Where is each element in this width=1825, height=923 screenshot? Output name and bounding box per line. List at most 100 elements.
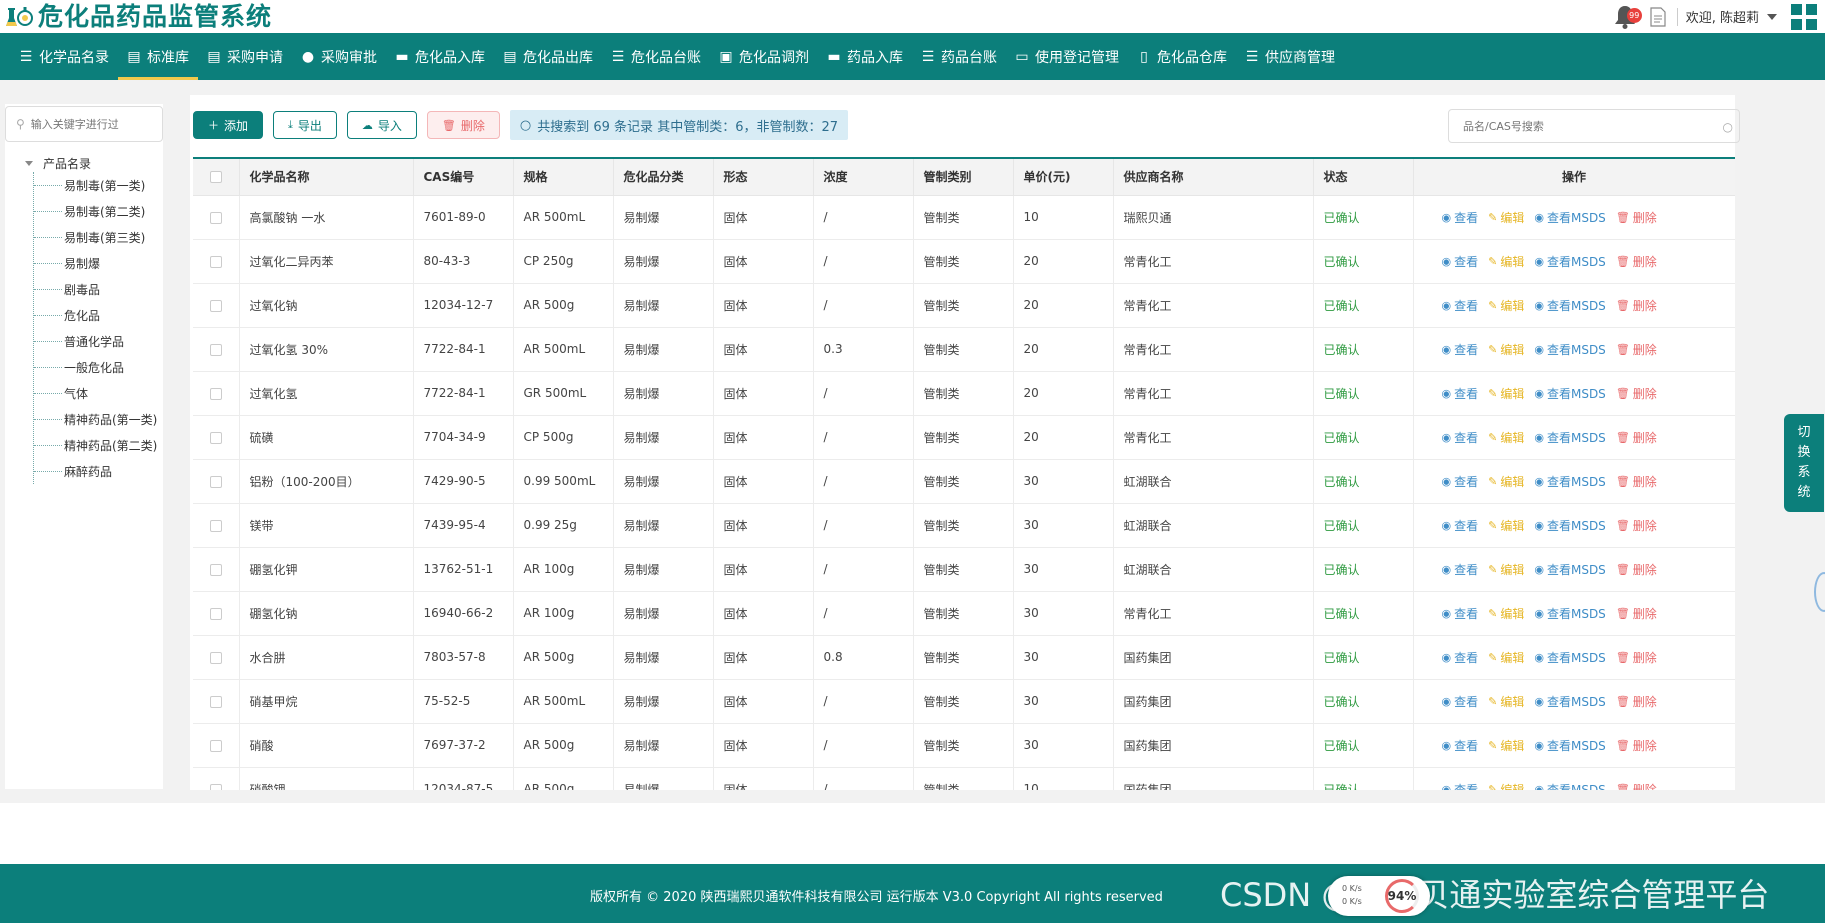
column-header[interactable]: 危化品分类 [613, 159, 714, 196]
edit-action[interactable]: ✎ 编辑 [1488, 649, 1524, 666]
row-checkbox[interactable] [209, 607, 222, 620]
delete-action[interactable]: 🗑 删除 [1616, 737, 1657, 754]
edit-action[interactable]: ✎ 编辑 [1488, 385, 1524, 402]
tree-item[interactable]: 易制毒(第二类) [34, 198, 157, 224]
view-action[interactable]: ◉ 查看 [1442, 473, 1479, 490]
delete-action[interactable]: 🗑 删除 [1616, 253, 1657, 270]
nav-item-4[interactable]: ▬ 危化品入库 [386, 33, 494, 80]
view-action[interactable]: ◉ 查看 [1442, 429, 1479, 446]
edit-action[interactable]: ✎ 编辑 [1488, 297, 1524, 314]
edit-action[interactable]: ✎ 编辑 [1488, 517, 1524, 534]
delete-action[interactable]: 🗑 删除 [1616, 473, 1657, 490]
tree-item[interactable]: 普通化学品 [34, 328, 157, 354]
row-checkbox[interactable] [209, 651, 222, 664]
view-action[interactable]: ◉ 查看 [1442, 517, 1479, 534]
delete-action[interactable]: 🗑 删除 [1616, 209, 1657, 226]
tree-item[interactable]: 麻醉药品 [34, 458, 157, 484]
column-header[interactable]: 操作 [1413, 159, 1735, 196]
tree-root[interactable]: 产品名录 [25, 154, 157, 172]
tree-item[interactable]: 精神药品(第一类) [34, 406, 157, 432]
nav-item-8[interactable]: ▬ 药品入库 [818, 33, 912, 80]
delete-action[interactable]: 🗑 删除 [1616, 605, 1657, 622]
delete-action[interactable]: 🗑 删除 [1616, 781, 1657, 791]
view-action[interactable]: ◉ 查看 [1442, 781, 1479, 791]
table-search[interactable]: ○ [1448, 109, 1740, 143]
import-button[interactable]: ☁ 导入 [346, 111, 417, 139]
column-header[interactable]: 化学品名称 [239, 159, 414, 196]
column-header[interactable]: CAS编号 [413, 159, 514, 196]
edit-action[interactable]: ✎ 编辑 [1488, 737, 1524, 754]
delete-action[interactable]: 🗑 删除 [1616, 297, 1657, 314]
add-button[interactable]: ＋添加 [193, 111, 264, 139]
row-checkbox[interactable] [209, 783, 222, 790]
msds-action[interactable]: ◉ 查看MSDS [1534, 605, 1605, 622]
edit-action[interactable]: ✎ 编辑 [1488, 781, 1524, 791]
expand-icon[interactable] [25, 160, 33, 166]
nav-item-3[interactable]: ● 采购审批 [292, 33, 386, 80]
view-action[interactable]: ◉ 查看 [1442, 209, 1479, 226]
row-checkbox[interactable] [209, 387, 222, 400]
column-header[interactable]: 单价(元) [1013, 159, 1114, 196]
select-all-checkbox[interactable] [209, 171, 222, 184]
row-checkbox[interactable] [209, 475, 222, 488]
tree-item[interactable]: 剧毒品 [34, 276, 157, 302]
sidebar-search-input[interactable] [30, 117, 151, 131]
msds-action[interactable]: ◉ 查看MSDS [1534, 341, 1605, 358]
msds-action[interactable]: ◉ 查看MSDS [1534, 297, 1605, 314]
tree-item[interactable]: 一般危化品 [34, 354, 157, 380]
msds-action[interactable]: ◉ 查看MSDS [1534, 517, 1605, 534]
msds-action[interactable]: ◉ 查看MSDS [1534, 561, 1605, 578]
msds-action[interactable]: ◉ 查看MSDS [1534, 385, 1605, 402]
row-checkbox[interactable] [209, 255, 222, 268]
view-action[interactable]: ◉ 查看 [1442, 737, 1479, 754]
msds-action[interactable]: ◉ 查看MSDS [1534, 429, 1605, 446]
column-header[interactable]: 规格 [513, 159, 614, 196]
delete-action[interactable]: 🗑 删除 [1616, 517, 1657, 534]
edit-action[interactable]: ✎ 编辑 [1488, 605, 1524, 622]
column-header[interactable]: 浓度 [813, 159, 914, 196]
nav-item-9[interactable]: ☰ 药品台账 [912, 33, 1006, 80]
tree-item[interactable]: 易制毒(第三类) [34, 224, 157, 250]
view-action[interactable]: ◉ 查看 [1442, 605, 1479, 622]
nav-item-2[interactable]: ▤ 采购申请 [198, 33, 292, 80]
edit-action[interactable]: ✎ 编辑 [1488, 473, 1524, 490]
user-welcome[interactable]: 欢迎, 陈超莉 [1686, 7, 1759, 26]
nav-item-10[interactable]: ▭ 使用登记管理 [1006, 33, 1128, 80]
view-action[interactable]: ◉ 查看 [1442, 253, 1479, 270]
msds-action[interactable]: ◉ 查看MSDS [1534, 737, 1605, 754]
user-menu-caret-icon[interactable] [1767, 13, 1777, 20]
app-grid-icon[interactable] [1791, 3, 1817, 30]
view-action[interactable]: ◉ 查看 [1442, 341, 1479, 358]
network-speed-widget[interactable]: 0 K/s 0 K/s 94% [1328, 876, 1430, 916]
msds-action[interactable]: ◉ 查看MSDS [1534, 253, 1605, 270]
nav-item-0[interactable]: ☰ 化学品名录 [10, 33, 118, 80]
nav-item-11[interactable]: ▯ 危化品仓库 [1128, 33, 1236, 80]
delete-action[interactable]: 🗑 删除 [1616, 385, 1657, 402]
edit-action[interactable]: ✎ 编辑 [1488, 209, 1524, 226]
delete-action[interactable]: 🗑 删除 [1616, 429, 1657, 446]
table-search-input[interactable] [1463, 119, 1703, 133]
search-icon[interactable]: ○ [1723, 120, 1733, 134]
view-action[interactable]: ◉ 查看 [1442, 297, 1479, 314]
msds-action[interactable]: ◉ 查看MSDS [1534, 781, 1605, 791]
column-header[interactable]: 管制类别 [913, 159, 1014, 196]
notification-bell[interactable]: 99 [1613, 4, 1642, 30]
row-checkbox[interactable] [209, 431, 222, 444]
nav-item-7[interactable]: ▣ 危化品调剂 [710, 33, 818, 80]
msds-action[interactable]: ◉ 查看MSDS [1534, 209, 1605, 226]
nav-item-5[interactable]: ▤ 危化品出库 [494, 33, 602, 80]
delete-action[interactable]: 🗑 删除 [1616, 341, 1657, 358]
msds-action[interactable]: ◉ 查看MSDS [1534, 693, 1605, 710]
column-header[interactable]: 状态 [1313, 159, 1414, 196]
export-button[interactable]: ⤓ 导出 [273, 111, 337, 139]
edit-action[interactable]: ✎ 编辑 [1488, 693, 1524, 710]
view-action[interactable]: ◉ 查看 [1442, 649, 1479, 666]
document-icon[interactable] [1649, 6, 1667, 27]
switch-system-button[interactable]: 切换系统 [1784, 414, 1824, 512]
row-checkbox[interactable] [209, 563, 222, 576]
row-checkbox[interactable] [209, 343, 222, 356]
tree-item[interactable]: 精神药品(第二类) [34, 432, 157, 458]
edit-action[interactable]: ✎ 编辑 [1488, 341, 1524, 358]
nav-item-6[interactable]: ☰ 危化品台账 [602, 33, 710, 80]
column-header[interactable]: 形态 [713, 159, 814, 196]
